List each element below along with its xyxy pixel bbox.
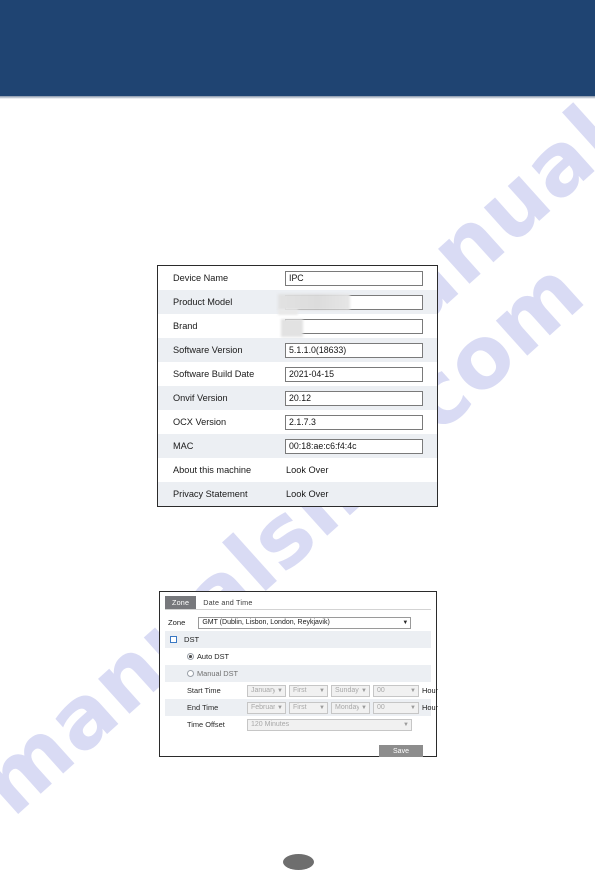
save-button[interactable]: Save xyxy=(379,745,423,757)
mac-address-input[interactable]: 00:18:ae:c6:f4:4c xyxy=(285,438,423,454)
end-time-hour-unit: Hour xyxy=(422,703,439,712)
start-time-label: Start Time xyxy=(187,686,221,695)
zone-datetime-panel: Zone Date and Time Zone GMT (Dublin, Lis… xyxy=(159,591,438,757)
time-offset-value: 120 Minutes xyxy=(251,720,290,728)
end-time-month-value: February xyxy=(251,703,275,711)
tab-strip: Zone Date and Time xyxy=(165,596,431,610)
privacy-statement-link[interactable]: Look Over xyxy=(285,489,437,499)
software-version-input[interactable]: 5.1.1.0(18633) xyxy=(285,342,423,358)
tab-zone[interactable]: Zone xyxy=(165,596,197,609)
zone-row: Zone GMT (Dublin, Lisbon, London, Reykja… xyxy=(165,614,431,631)
chevron-down-icon: ▼ xyxy=(277,704,283,711)
chevron-down-icon: ▼ xyxy=(277,687,283,694)
time-offset-select[interactable]: 120 Minutes ▼ xyxy=(247,718,412,731)
product-model-redaction-tail xyxy=(278,309,298,315)
onvif-version-input[interactable]: 20.12 xyxy=(285,390,423,406)
start-time-month-select[interactable]: January ▼ xyxy=(247,684,286,697)
table-row: Device Name IPC xyxy=(158,266,437,290)
brand-input[interactable] xyxy=(285,318,423,334)
chevron-down-icon: ▼ xyxy=(402,619,409,626)
table-row: Privacy Statement Look Over xyxy=(158,482,437,506)
chevron-down-icon: ▼ xyxy=(361,704,367,711)
chevron-down-icon: ▼ xyxy=(410,687,416,694)
start-time-order-select[interactable]: First ▼ xyxy=(289,684,328,697)
auto-dst-radio[interactable] xyxy=(187,653,194,660)
zone-select[interactable]: GMT (Dublin, Lisbon, London, Reykjavik) … xyxy=(198,616,412,629)
page-number-badge xyxy=(283,854,314,870)
dst-checkbox[interactable] xyxy=(170,636,177,643)
table-row: MAC 00:18:ae:c6:f4:4c xyxy=(158,434,437,458)
end-time-hour-value: 00 xyxy=(377,703,385,711)
about-this-machine-link[interactable]: Look Over xyxy=(285,465,437,475)
end-time-weekday-select[interactable]: Monday ▼ xyxy=(331,701,370,714)
zone-select-value: GMT (Dublin, Lisbon, London, Reykjavik) xyxy=(202,618,330,626)
start-time-weekday-value: Sunday xyxy=(335,686,359,694)
manual-dst-row: Manual DST xyxy=(165,665,431,682)
table-row: OCX Version 2.1.7.3 xyxy=(158,410,437,434)
table-row: Onvif Version 20.12 xyxy=(158,386,437,410)
start-time-month-value: January xyxy=(251,686,276,694)
save-bar: Save xyxy=(165,733,431,757)
row-label: Software Version xyxy=(173,345,243,355)
start-time-order-value: First xyxy=(293,686,307,694)
device-name-input[interactable]: IPC xyxy=(285,270,423,286)
end-time-row: End Time February ▼ First ▼ Monday ▼ 00 … xyxy=(165,699,438,716)
row-label: Product Model xyxy=(173,297,233,307)
row-label: Privacy Statement xyxy=(173,489,248,499)
chevron-down-icon: ▼ xyxy=(410,704,416,711)
row-label: Brand xyxy=(173,321,198,331)
start-time-hour-select[interactable]: 00 ▼ xyxy=(373,684,419,697)
row-label: MAC xyxy=(173,441,194,451)
row-label: Device Name xyxy=(173,273,229,283)
row-label: Software Build Date xyxy=(173,369,255,379)
product-model-redaction xyxy=(278,294,350,310)
banner-shadow xyxy=(0,96,595,99)
start-time-hour-value: 00 xyxy=(377,686,385,694)
start-time-row: Start Time January ▼ First ▼ Sunday ▼ 00… xyxy=(165,682,438,699)
table-row: Software Version 5.1.1.0(18633) xyxy=(158,338,437,362)
zone-label: Zone xyxy=(168,618,186,627)
software-build-date-input[interactable]: 2021-04-15 xyxy=(285,366,423,382)
end-time-order-value: First xyxy=(293,703,307,711)
end-time-weekday-value: Monday xyxy=(335,703,360,711)
row-label: About this machine xyxy=(173,465,252,475)
auto-dst-row: Auto DST xyxy=(165,648,431,665)
start-time-hour-unit: Hour xyxy=(422,686,439,695)
time-offset-row: Time Offset 120 Minutes ▼ xyxy=(165,716,431,733)
dst-row: DST xyxy=(165,631,431,648)
row-label: Onvif Version xyxy=(173,393,228,403)
time-offset-label: Time Offset xyxy=(187,720,225,729)
end-time-order-select[interactable]: First ▼ xyxy=(289,701,328,714)
brand-redaction xyxy=(281,319,303,337)
end-time-hour-select[interactable]: 00 ▼ xyxy=(373,701,419,714)
dst-label: DST xyxy=(184,635,200,644)
row-label: OCX Version xyxy=(173,417,227,427)
page-header-banner xyxy=(0,0,595,96)
tab-date-and-time[interactable]: Date and Time xyxy=(196,596,259,609)
end-time-month-select[interactable]: February ▼ xyxy=(247,701,286,714)
end-time-label: End Time xyxy=(187,703,219,712)
chevron-down-icon: ▼ xyxy=(319,687,325,694)
chevron-down-icon: ▼ xyxy=(403,721,409,728)
chevron-down-icon: ▼ xyxy=(361,687,367,694)
table-row: About this machine Look Over xyxy=(158,458,437,482)
start-time-weekday-select[interactable]: Sunday ▼ xyxy=(331,684,370,697)
ocx-version-input[interactable]: 2.1.7.3 xyxy=(285,414,423,430)
table-row: Software Build Date 2021-04-15 xyxy=(158,362,437,386)
chevron-down-icon: ▼ xyxy=(319,704,325,711)
manual-dst-radio[interactable] xyxy=(187,670,194,677)
manual-dst-label: Manual DST xyxy=(197,669,239,678)
auto-dst-label: Auto DST xyxy=(197,652,230,661)
